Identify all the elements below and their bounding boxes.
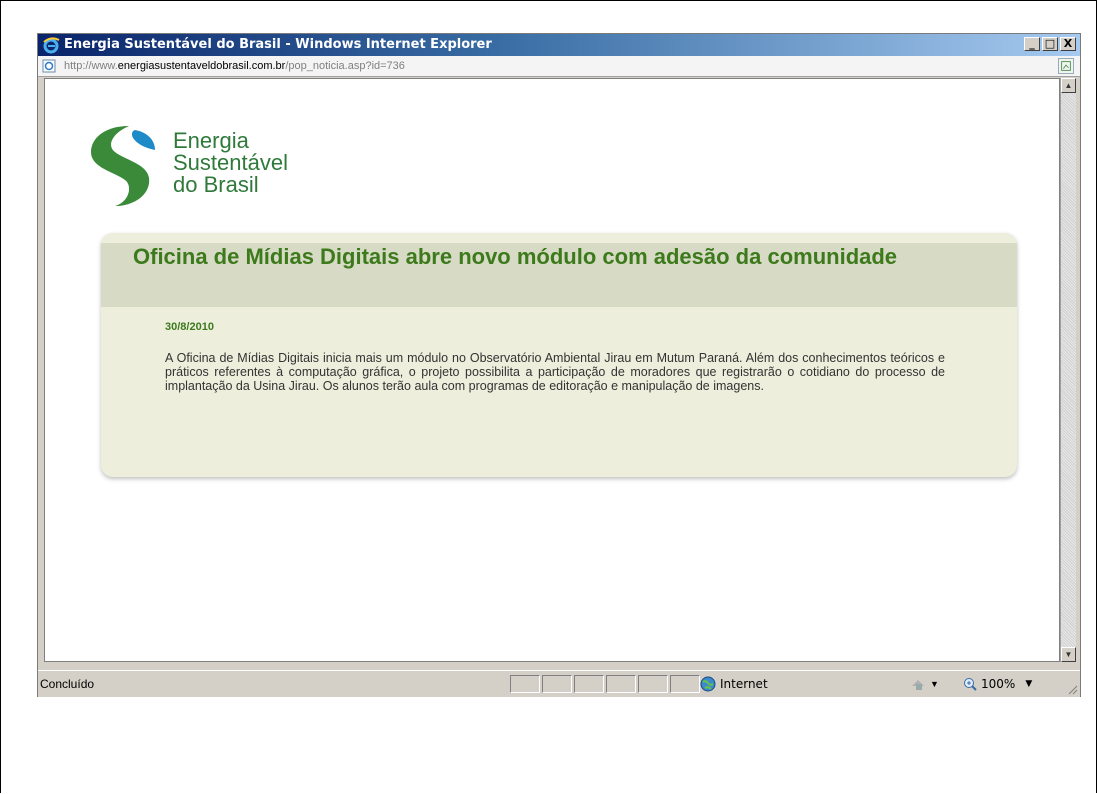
zoom-level: 100% <box>981 677 1016 691</box>
address-bar[interactable]: http://www.energiasustentaveldobrasil.co… <box>38 56 1080 77</box>
scroll-up-button[interactable]: ▲ <box>1061 78 1076 93</box>
title-bar[interactable]: Energia Sustentável do Brasil - Windows … <box>38 34 1080 56</box>
protected-mode-button[interactable]: ▼ <box>910 676 950 692</box>
browser-window: Energia Sustentável do Brasil - Windows … <box>37 33 1081 697</box>
security-zone[interactable]: Internet <box>700 671 768 697</box>
status-pane <box>606 675 636 693</box>
status-pane <box>542 675 572 693</box>
news-card: Oficina de Mídias Digitais abre novo mód… <box>101 233 1017 477</box>
rss-feed-icon[interactable] <box>1058 58 1074 74</box>
globe-icon <box>700 676 716 692</box>
zoom-control[interactable]: 100% ▼ <box>963 671 1032 697</box>
maximize-button[interactable]: □ <box>1042 37 1058 51</box>
logo-mark-icon <box>91 126 155 206</box>
logo-line-1: Energia <box>173 128 249 153</box>
logo-line-2: Sustentável <box>173 150 288 175</box>
zoom-icon <box>964 678 977 691</box>
ie-logo-icon <box>43 37 60 54</box>
scroll-down-button[interactable]: ▼ <box>1061 647 1076 662</box>
status-pane <box>510 675 540 693</box>
url-prefix: http://www. <box>64 60 118 72</box>
close-button[interactable]: X <box>1060 37 1076 51</box>
status-panes <box>510 675 702 693</box>
news-header: Oficina de Mídias Digitais abre novo mód… <box>101 243 1017 307</box>
window-title: Energia Sustentável do Brasil - Windows … <box>64 37 492 52</box>
company-logo: Energia Sustentável do Brasil <box>85 122 345 212</box>
window-controls: _ □ X <box>1024 37 1076 51</box>
page-content: Energia Sustentável do Brasil Oficina de… <box>44 78 1060 662</box>
resize-grip-icon[interactable] <box>1066 683 1078 695</box>
chevron-down-icon: ▼ <box>930 679 939 689</box>
vertical-scrollbar[interactable]: ▲ ▼ <box>1060 78 1076 662</box>
news-headline: Oficina de Mídias Digitais abre novo mód… <box>133 244 898 269</box>
url-path: /pop_noticia.asp?id=736 <box>285 60 405 72</box>
news-date: 30/8/2010 <box>165 321 214 333</box>
chevron-down-icon: ▼ <box>1025 679 1033 689</box>
address-url[interactable]: http://www.energiasustentaveldobrasil.co… <box>64 56 405 76</box>
status-text: Concluído <box>40 677 95 691</box>
status-pane <box>574 675 604 693</box>
page-icon <box>42 59 56 73</box>
minimize-button[interactable]: _ <box>1024 37 1040 51</box>
status-pane <box>638 675 668 693</box>
status-bar: Concluído Internet ▼ 100% ▼ <box>38 670 1080 697</box>
logo-line-3: do Brasil <box>173 172 259 197</box>
protected-mode-icon <box>912 680 924 690</box>
url-host: energiasustentaveldobrasil.com.br <box>117 60 286 72</box>
news-body: A Oficina de Mídias Digitais inicia mais… <box>165 351 945 393</box>
logo-text: Energia Sustentável do Brasil <box>173 130 288 196</box>
status-pane <box>670 675 700 693</box>
zone-label: Internet <box>720 677 768 691</box>
